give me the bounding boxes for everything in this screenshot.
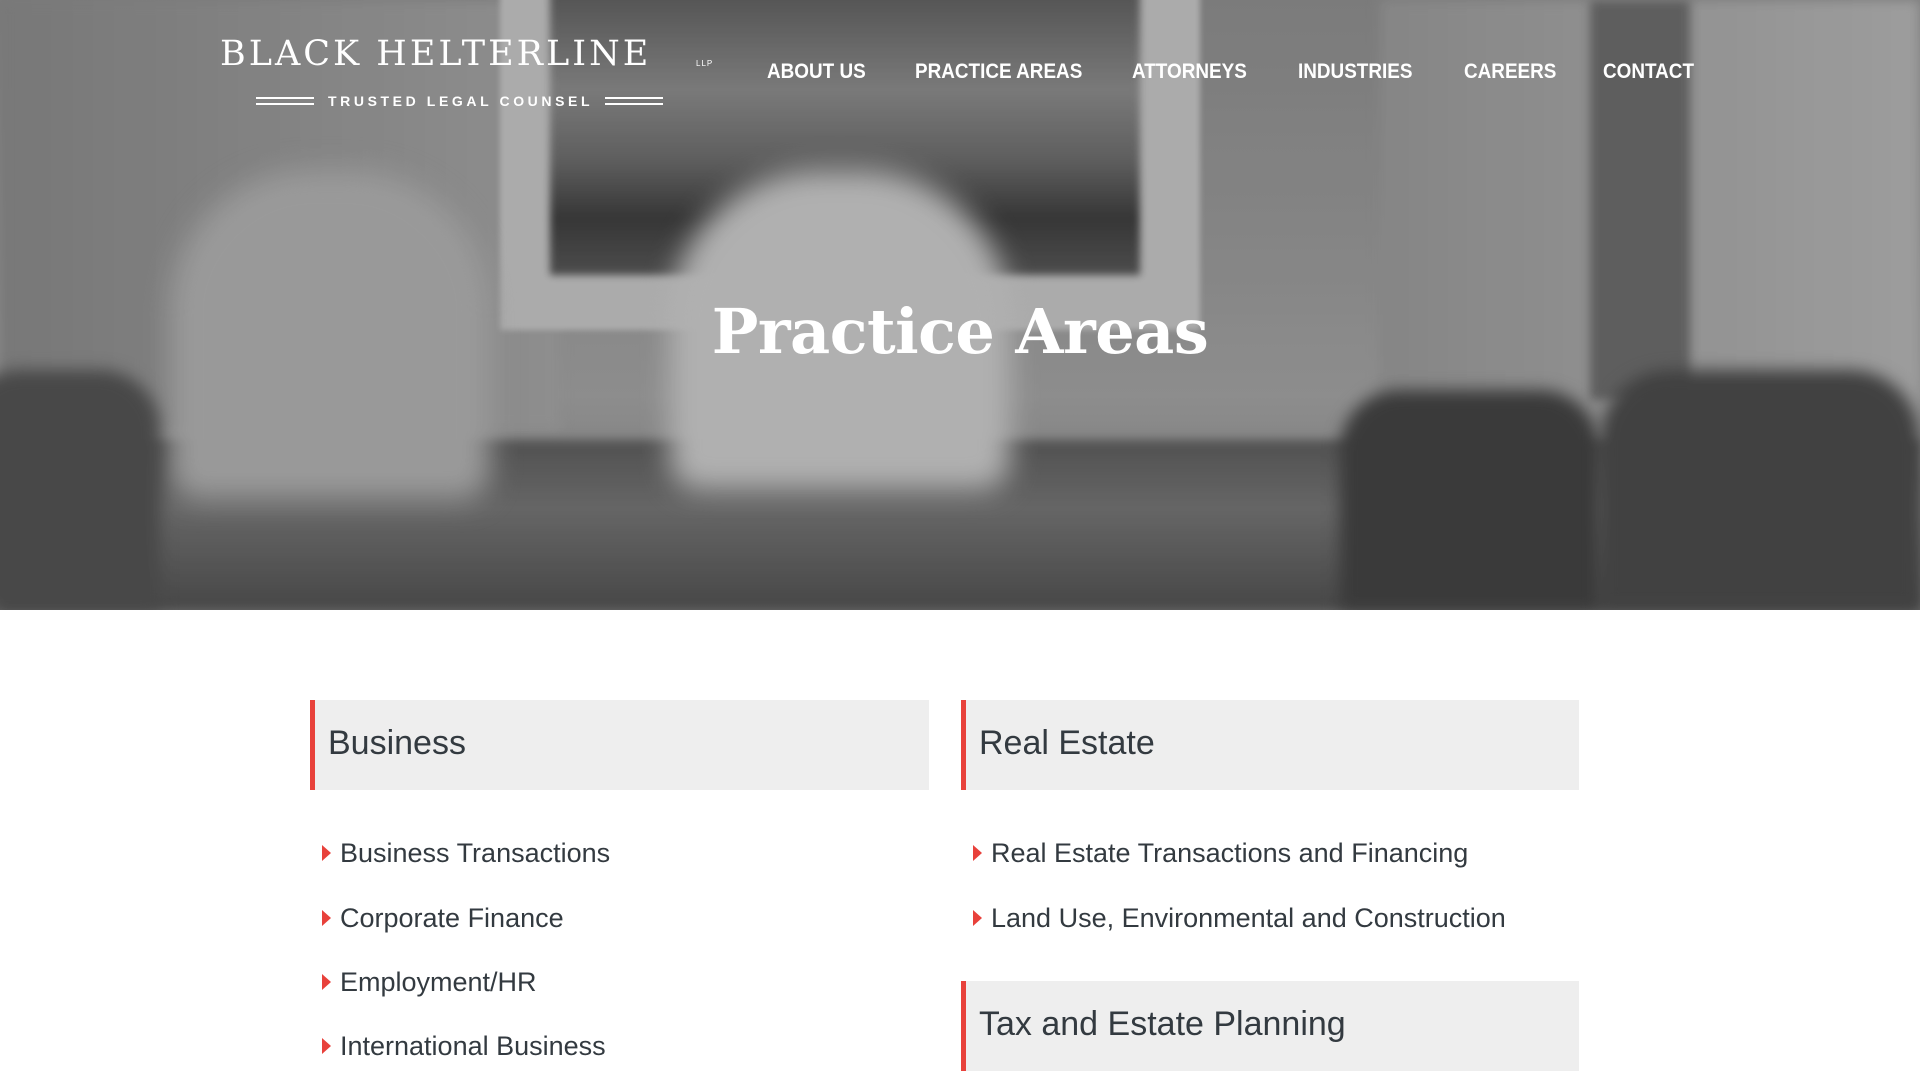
logo-tagline: TRUSTED LEGAL COUNSEL [328, 93, 594, 109]
practice-link-label: International Business [340, 1030, 606, 1061]
caret-right-icon [322, 910, 331, 926]
caret-right-icon [322, 1038, 331, 1054]
practice-link-international-business[interactable]: International Business [322, 1030, 606, 1062]
practice-link-label: Land Use, Environmental and Construction [991, 902, 1506, 933]
nav-item-attorneys[interactable]: ATTORNEYS [1132, 60, 1247, 84]
category-title: Tax and Estate Planning [979, 1005, 1346, 1043]
practice-link-label: Corporate Finance [340, 902, 564, 933]
practice-link-business-transactions[interactable]: Business Transactions [322, 837, 610, 869]
logo-tagline-row: TRUSTED LEGAL COUNSEL [256, 93, 664, 109]
practice-link-corporate-finance[interactable]: Corporate Finance [322, 902, 564, 934]
nav-item-practice-areas[interactable]: PRACTICE AREAS [915, 60, 1082, 84]
caret-right-icon [322, 845, 331, 861]
practice-link-real-estate-transactions[interactable]: Real Estate Transactions and Financing [973, 837, 1468, 869]
category-heading-tax-estate-planning: Tax and Estate Planning [961, 981, 1579, 1071]
practice-link-label: Business Transactions [340, 837, 611, 868]
caret-right-icon [322, 974, 331, 990]
nav-item-careers[interactable]: CAREERS [1464, 60, 1556, 84]
practice-link-employment-hr[interactable]: Employment/HR [322, 966, 537, 998]
logo-rule [256, 97, 314, 105]
category-title: Business [328, 724, 466, 762]
nav-item-about-us[interactable]: ABOUT US [767, 60, 866, 84]
site-logo[interactable]: BLACK HELTERLINE LLP TRUSTED LEGAL COUNS… [218, 34, 720, 118]
logo-rule [605, 97, 664, 105]
category-heading-real-estate: Real Estate [961, 700, 1579, 790]
category-heading-business: Business [310, 700, 929, 790]
logo-suffix: LLP [696, 59, 714, 68]
nav-item-industries[interactable]: INDUSTRIES [1298, 60, 1412, 84]
caret-right-icon [973, 910, 982, 926]
page-title: Practice Areas [711, 295, 1209, 368]
practice-link-label: Employment/HR [340, 966, 537, 997]
category-title: Real Estate [979, 724, 1155, 762]
caret-right-icon [973, 845, 982, 861]
practice-link-land-use[interactable]: Land Use, Environmental and Construction [973, 902, 1506, 934]
nav-item-contact[interactable]: CONTACT [1603, 60, 1694, 84]
practice-link-label: Real Estate Transactions and Financing [991, 837, 1469, 868]
logo-name: BLACK HELTERLINE [220, 34, 652, 74]
